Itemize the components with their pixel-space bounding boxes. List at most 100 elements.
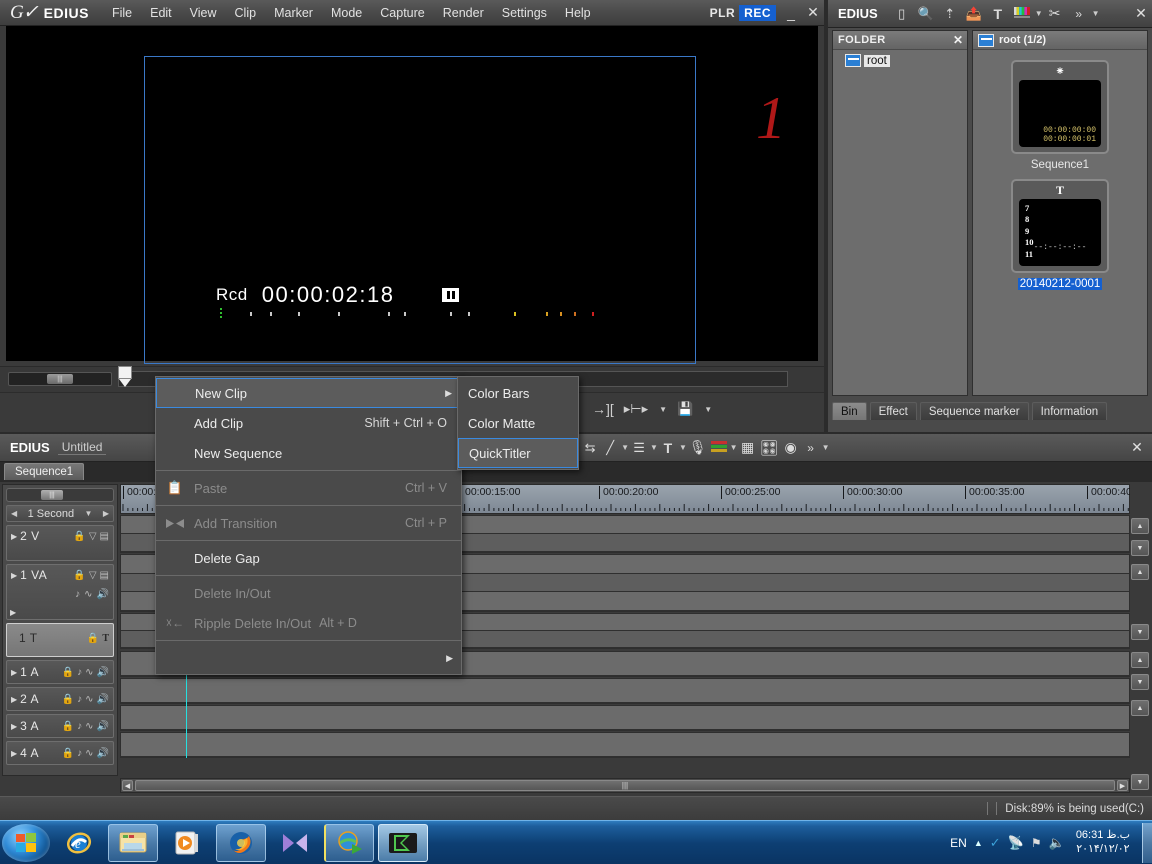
- waveform-icon[interactable]: ∿: [85, 748, 93, 759]
- track-header-4a[interactable]: ▶ 4 A 🔒 ♪ ∿ 🔊: [6, 741, 114, 765]
- menu-help[interactable]: Help: [556, 3, 600, 23]
- zoom-dropdown-icon[interactable]: ▼: [84, 509, 92, 518]
- menu-marker[interactable]: Marker: [265, 3, 322, 23]
- more-dropdown-icon[interactable]: ▼: [1092, 9, 1100, 18]
- new-folder-icon[interactable]: ▯: [890, 2, 914, 26]
- timeline-zoom-control[interactable]: ◀ 1 Second ▼ ▶: [6, 488, 114, 522]
- lock-icon[interactable]: 🔒: [62, 748, 74, 759]
- add-clip-icon[interactable]: 📤: [962, 2, 986, 26]
- lock-icon[interactable]: 🔒: [73, 570, 85, 581]
- lock-icon[interactable]: 🔒: [62, 694, 74, 705]
- tab-information[interactable]: Information: [1031, 402, 1108, 420]
- bin-item-title[interactable]: T 7 8 9 10 11 --:--:--:-- 20140212-0001: [973, 171, 1147, 290]
- scroll-down-icon[interactable]: ▼: [1131, 624, 1149, 640]
- menu-file[interactable]: File: [103, 3, 141, 23]
- search-icon[interactable]: 🔍: [914, 2, 938, 26]
- taskbar-edius-icon[interactable]: [378, 823, 428, 862]
- flag-icon[interactable]: ⚑: [1031, 836, 1042, 850]
- lock-icon[interactable]: 🔒: [62, 667, 74, 678]
- ripple-mode-icon[interactable]: ⇆: [580, 435, 600, 461]
- menu-clip[interactable]: Clip: [226, 3, 266, 23]
- tray-app-icon[interactable]: ✓: [990, 835, 1001, 851]
- waveform-icon[interactable]: ∿: [85, 667, 93, 678]
- zoom-prev-icon[interactable]: ◀: [11, 509, 17, 518]
- title-dropdown-icon[interactable]: ▼: [679, 443, 687, 452]
- track-sync-icon[interactable]: ▤: [100, 531, 109, 542]
- position-slider-handle[interactable]: [118, 366, 132, 388]
- menu-view[interactable]: View: [181, 3, 226, 23]
- voice-over-icon[interactable]: 🎙: [687, 435, 709, 461]
- taskbar-media-player-classic-icon[interactable]: [270, 824, 320, 862]
- expand-track-icon[interactable]: ▶: [11, 722, 17, 731]
- expand-track-icon[interactable]: ▶: [11, 749, 17, 758]
- bin-thumbnail[interactable]: T 7 8 9 10 11 --:--:--:--: [1011, 179, 1109, 273]
- bin-thumbnail[interactable]: ⁕ 00:00:00:00 00:00:00:01: [1011, 60, 1109, 154]
- waveform-icon[interactable]: ∿: [84, 589, 92, 600]
- more-tools-icon[interactable]: »: [1067, 2, 1091, 26]
- submenu-item-color-bars[interactable]: Color Bars: [458, 378, 578, 408]
- audio-rubber-band-icon[interactable]: ♪: [77, 667, 82, 678]
- timeline-horizontal-scrollbar[interactable]: ◀ ||| ▶: [120, 778, 1130, 793]
- add-transition-icon[interactable]: ☰: [629, 435, 649, 461]
- menu-settings[interactable]: Settings: [493, 3, 556, 23]
- bin-clip-list[interactable]: root (1/2) ⁕ 00:00:00:00 00:00:00:01 Seq…: [972, 30, 1148, 396]
- taskbar-clock[interactable]: 06:31 ب.ظ ۲۰۱۴/۱۲/۰۲: [1072, 829, 1134, 857]
- folder-tree-item-root[interactable]: root: [833, 50, 967, 67]
- up-folder-icon[interactable]: ⇡: [938, 2, 962, 26]
- hscroll-thumb[interactable]: |||: [135, 780, 1115, 791]
- speaker-icon[interactable]: 🔊: [97, 721, 109, 732]
- player-mode-label[interactable]: PLR: [706, 5, 740, 21]
- network-icon[interactable]: 📡: [1008, 835, 1024, 851]
- add-title-icon[interactable]: T: [986, 2, 1010, 26]
- bin-close-button[interactable]: ✕: [1130, 3, 1152, 25]
- zoom-slider[interactable]: [6, 488, 114, 502]
- menu-item-delete-gap[interactable]: Delete Gap: [156, 543, 461, 573]
- bin-item-sequence[interactable]: ⁕ 00:00:00:00 00:00:00:01 Sequence1: [973, 50, 1147, 171]
- start-button-icon[interactable]: [2, 823, 50, 862]
- player-recorder-toggle[interactable]: PLR REC: [706, 4, 780, 21]
- expand-track-icon[interactable]: ▶: [11, 571, 17, 580]
- timeline-context-menu[interactable]: New Clip ▶ Add Clip Shift + Ctrl + O New…: [155, 376, 462, 675]
- collapse-track-icon[interactable]: ▶: [10, 608, 16, 617]
- expand-track-icon[interactable]: ▶: [11, 668, 17, 677]
- show-hidden-icons-icon[interactable]: ▲: [974, 838, 983, 848]
- zoom-scale-combo[interactable]: ◀ 1 Second ▼ ▶: [6, 505, 114, 522]
- taskbar-windows-media-player-icon[interactable]: [162, 824, 212, 862]
- preview-monitor[interactable]: 1 Rcd 00:00:02:18 Cur 00:00:02:18 In --:…: [6, 26, 824, 385]
- sequence-tab[interactable]: Sequence1: [4, 463, 85, 480]
- volume-icon[interactable]: 🔈: [1049, 835, 1065, 851]
- export-timeline-dropdown-icon[interactable]: ▼: [730, 443, 738, 452]
- audio-rubber-band-icon[interactable]: ♪: [77, 748, 82, 759]
- taskbar-internet-download-manager-icon[interactable]: [324, 823, 374, 862]
- lock-icon[interactable]: 🔒: [62, 721, 74, 732]
- audio-rubber-band-icon[interactable]: ♪: [75, 589, 80, 600]
- expand-track-icon[interactable]: ▶: [11, 532, 17, 541]
- track-header-3a[interactable]: ▶ 3 A 🔒 ♪ ∿ 🔊: [6, 714, 114, 738]
- new-clip-submenu[interactable]: Color Bars Color Matte QuickTitler: [457, 376, 579, 470]
- menu-item-new-sequence[interactable]: New Sequence: [156, 438, 461, 468]
- scroll-up-icon[interactable]: ▲: [1131, 652, 1149, 668]
- menu-item-add-clip[interactable]: Add Clip Shift + Ctrl + O: [156, 408, 461, 438]
- audio-fade-dropdown-icon[interactable]: ▼: [621, 443, 629, 452]
- scroll-down-icon[interactable]: ▼: [1131, 674, 1149, 690]
- track-header-1t[interactable]: 1 T 🔒 T: [6, 623, 114, 657]
- track-header-2v[interactable]: ▶ 2 V 🔒 ▽ ▤: [6, 525, 114, 561]
- waveform-icon[interactable]: ∿: [85, 721, 93, 732]
- show-desktop-button[interactable]: [1142, 822, 1152, 863]
- tab-effect[interactable]: Effect: [869, 402, 917, 420]
- export-dropdown-icon[interactable]: ▼: [704, 405, 712, 414]
- folder-panel-close-icon[interactable]: ✕: [953, 33, 963, 47]
- timeline-vertical-scrollbar[interactable]: ▲ ▼ ▲ ▼ ▲ ▼ ▲ ▼: [1130, 484, 1150, 790]
- shuttle-slider[interactable]: [8, 372, 112, 386]
- scroll-up-icon[interactable]: ▲: [1131, 564, 1149, 580]
- cut-icon[interactable]: ✂: [1043, 2, 1067, 26]
- mute-video-icon[interactable]: ▽: [89, 531, 97, 542]
- audio-rubber-band-icon[interactable]: ♪: [77, 694, 82, 705]
- layouter-icon[interactable]: ▦: [738, 435, 758, 461]
- speaker-icon[interactable]: 🔊: [97, 694, 109, 705]
- marker-dropdown-icon[interactable]: ▼: [659, 405, 667, 414]
- export-timeline-icon[interactable]: [709, 435, 729, 461]
- more-timeline-tools-icon[interactable]: »: [801, 435, 821, 461]
- audio-mixer-icon[interactable]: 🎛: [758, 435, 781, 461]
- speaker-icon[interactable]: 🔊: [97, 748, 109, 759]
